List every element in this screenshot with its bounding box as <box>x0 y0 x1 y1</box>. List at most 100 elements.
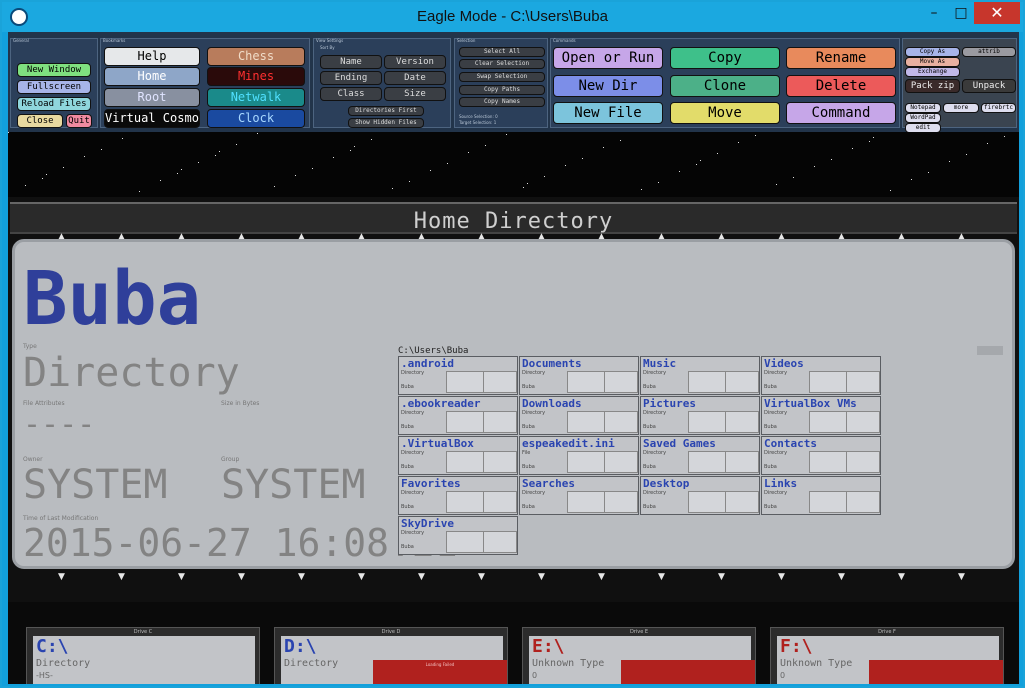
entry-type: Directory <box>764 410 788 416</box>
star <box>409 181 410 182</box>
sort-date-button[interactable]: Date <box>384 71 446 85</box>
quit-button[interactable]: Quit <box>66 114 92 128</box>
sort-name-button[interactable]: Name <box>320 55 382 69</box>
directory-entry[interactable]: .ebookreader Directory Buba <box>398 396 518 435</box>
sort-ending-button[interactable]: Ending <box>320 71 382 85</box>
new-file-button[interactable]: New File <box>553 102 663 124</box>
new-window-button[interactable]: New Window <box>17 63 91 77</box>
selection-label: Selection <box>457 38 476 43</box>
clone-button[interactable]: Clone <box>670 75 780 97</box>
directory-entry[interactable]: espeakedit.ini File Buba <box>519 436 639 475</box>
directory-entry[interactable]: Videos Directory Buba <box>761 356 881 395</box>
directory-entry[interactable]: VirtualBox VMs Directory Buba <box>761 396 881 435</box>
drive-error-box <box>869 660 1003 684</box>
home-directory-header[interactable]: Home Directory <box>10 202 1017 234</box>
bookmark-mines[interactable]: Mines <box>207 67 305 86</box>
directory-entry[interactable]: Downloads Directory Buba <box>519 396 639 435</box>
directory-entry[interactable]: Favorites Directory Buba <box>398 476 518 515</box>
command-button[interactable]: Command <box>786 102 896 124</box>
directory-entry[interactable]: .VirtualBox Directory Buba <box>398 436 518 475</box>
drive-panel[interactable]: Drive D D:\ Directory Loading Failed <box>274 627 508 684</box>
minimize-button[interactable]: – <box>919 2 949 24</box>
close-button[interactable]: Close <box>17 114 63 128</box>
sort-size-button[interactable]: Size <box>384 87 446 101</box>
directory-entry[interactable]: Pictures Directory Buba <box>640 396 760 435</box>
copy-paths-button[interactable]: Copy Paths <box>459 85 545 95</box>
entry-owner: Buba <box>401 544 414 550</box>
entry-owner: Buba <box>522 384 535 390</box>
bookmark-clock[interactable]: Clock <box>207 109 305 128</box>
select-all-button[interactable]: Select All <box>459 47 545 57</box>
entry-preview <box>567 411 605 433</box>
star <box>333 157 334 158</box>
directory-entry[interactable]: Saved Games Directory Buba <box>640 436 760 475</box>
entry-preview <box>446 411 484 433</box>
move-as-button[interactable]: Move As <box>905 57 960 67</box>
entry-owner: Buba <box>643 504 656 510</box>
unpack-button[interactable]: Unpack <box>962 79 1016 93</box>
drive-panel[interactable]: Drive C C:\ Directory -HS- <box>26 627 260 684</box>
directory-entry[interactable]: .android Directory Buba <box>398 356 518 395</box>
entry-preview <box>446 371 484 393</box>
home-directory-panel[interactable]: Home Directory ▲ ▲ ▲ ▲ ▲ ▲ ▲ ▲ ▲ ▲ ▲ ▲ ▲ ▲ ▲ ▲ Buba Typ… <box>8 197 1019 602</box>
show-hidden-files-checkbox[interactable]: Show Hidden Files <box>348 118 424 128</box>
sort-by-label: Sort By <box>320 45 335 50</box>
selection-group: Selection Select All Clear Selection Swa… <box>454 38 548 128</box>
directory-entry[interactable]: SkyDrive Directory Buba <box>398 516 518 555</box>
bookmark-netwalk[interactable]: Netwalk <box>207 88 305 107</box>
drive-type: Directory <box>284 658 339 669</box>
fullscreen-button[interactable]: Fullscreen <box>17 80 91 94</box>
general-group: General New Window Fullscreen Reload Fil… <box>10 38 98 128</box>
size-label: Size in Bytes <box>221 400 260 407</box>
directory-entry[interactable]: Documents Directory Buba <box>519 356 639 395</box>
close-window-button[interactable]: ✕ <box>974 2 1020 24</box>
new-dir-button[interactable]: New Dir <box>553 75 663 97</box>
maximize-button[interactable]: □ <box>946 2 976 24</box>
bookmark-root[interactable]: Root <box>104 88 200 107</box>
exchange-button[interactable]: Exchange <box>905 67 960 77</box>
bookmark-virtual-cosmos[interactable]: Virtual Cosmos <box>104 109 200 128</box>
entry-name: Downloads <box>522 397 582 410</box>
copy-button[interactable]: Copy <box>670 47 780 69</box>
eagle-mode-view[interactable]: General New Window Fullscreen Reload Fil… <box>8 32 1019 684</box>
rename-button[interactable]: Rename <box>786 47 896 69</box>
directories-first-checkbox[interactable]: Directories First <box>348 106 424 116</box>
notepad-button[interactable]: Notepad <box>905 103 941 113</box>
directory-entry[interactable]: Links Directory Buba <box>761 476 881 515</box>
star <box>215 155 216 156</box>
copy-names-button[interactable]: Copy Names <box>459 97 545 107</box>
swap-selection-button[interactable]: Swap Selection <box>459 72 545 82</box>
firebrtc-button[interactable]: firebrtc <box>981 103 1016 113</box>
star <box>523 187 524 188</box>
clear-selection-button[interactable]: Clear Selection <box>459 59 545 69</box>
drive-attrs: 0 <box>532 671 538 680</box>
drive-letter: F:\ <box>780 636 813 657</box>
open-or-run-button[interactable]: Open or Run <box>553 47 663 69</box>
reload-files-button[interactable]: Reload Files <box>17 97 91 111</box>
bookmark-chess[interactable]: Chess <box>207 47 305 66</box>
sort-version-button[interactable]: Version <box>384 55 446 69</box>
wordpad-button[interactable]: WordPad <box>905 113 941 123</box>
directory-content-panel[interactable]: Buba Type Directory File Attributes Size… <box>12 239 1015 569</box>
directory-entry[interactable]: Music Directory Buba <box>640 356 760 395</box>
star <box>911 179 912 180</box>
bookmark-home[interactable]: Home <box>104 67 200 86</box>
delete-button[interactable]: Delete <box>786 75 896 97</box>
entry-preview <box>604 411 638 433</box>
sort-class-button[interactable]: Class <box>320 87 382 101</box>
star <box>852 148 853 149</box>
star <box>696 164 697 165</box>
attrib-button[interactable]: attrib <box>962 47 1016 57</box>
listing-scrollbar[interactable] <box>977 346 1003 355</box>
bookmark-help[interactable]: Help <box>104 47 200 66</box>
star <box>236 144 237 145</box>
copy-as-button[interactable]: Copy As <box>905 47 960 57</box>
move-button[interactable]: Move <box>670 102 780 124</box>
directory-entry[interactable]: Contacts Directory Buba <box>761 436 881 475</box>
drive-panel[interactable]: Drive E E:\ Unknown Type 0 <box>522 627 756 684</box>
more-button[interactable]: more <box>943 103 979 113</box>
directory-entry[interactable]: Desktop Directory Buba <box>640 476 760 515</box>
drive-panel[interactable]: Drive F F:\ Unknown Type 0 <box>770 627 1004 684</box>
directory-entry[interactable]: Searches Directory Buba <box>519 476 639 515</box>
pack-zip-button[interactable]: Pack zip <box>905 79 960 93</box>
